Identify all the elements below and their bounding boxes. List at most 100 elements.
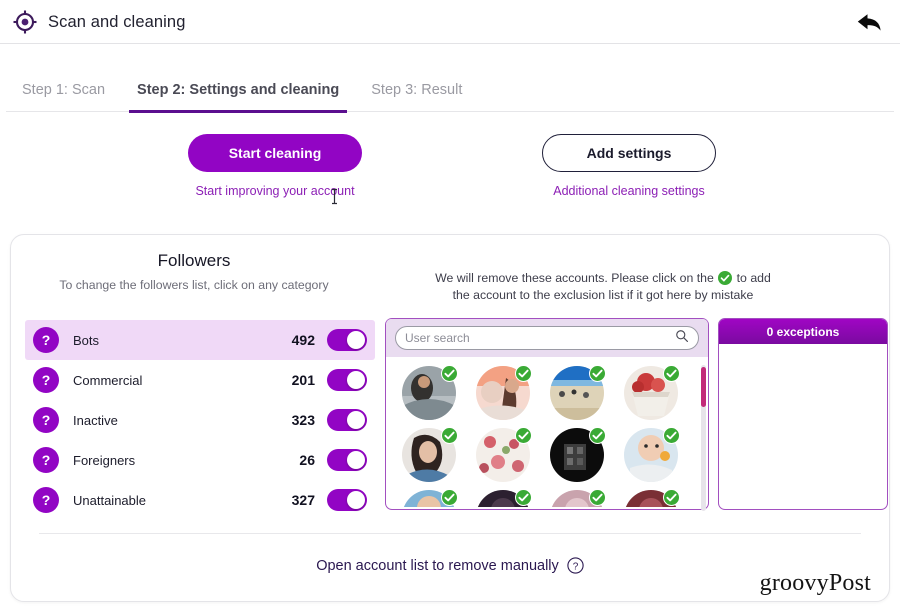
category-row-inactive[interactable]: ? Inactive 323 — [25, 400, 375, 440]
category-count: 201 — [291, 372, 315, 388]
account-avatar[interactable] — [624, 489, 680, 507]
question-mark-icon[interactable]: ? — [33, 327, 59, 353]
green-check-icon[interactable] — [441, 427, 458, 444]
category-toggle[interactable] — [327, 409, 367, 431]
footer-divider — [39, 533, 861, 534]
green-check-icon[interactable] — [515, 489, 532, 506]
account-avatar[interactable] — [402, 365, 458, 420]
card-headers: Followers To change the followers list, … — [11, 235, 889, 304]
category-count: 492 — [291, 332, 315, 348]
category-toggle[interactable] — [327, 329, 367, 351]
step-tabs: Step 1: Scan Step 2: Settings and cleani… — [0, 44, 900, 113]
category-toggle[interactable] — [327, 489, 367, 511]
account-avatar[interactable] — [624, 427, 680, 482]
green-check-icon[interactable] — [589, 489, 606, 506]
green-check-icon[interactable] — [515, 365, 532, 382]
avatar-scrollbar-thumb[interactable] — [701, 367, 706, 407]
removal-note: We will remove these accounts. Please cl… — [377, 251, 889, 304]
avatar-scroll-area[interactable] — [386, 357, 708, 507]
search-icon[interactable] — [675, 329, 689, 348]
account-avatar[interactable] — [476, 489, 532, 507]
category-label: Foreigners — [73, 452, 136, 468]
start-cleaning-subtext[interactable]: Start improving your account — [195, 184, 354, 198]
category-count: 323 — [291, 412, 315, 428]
green-check-icon[interactable] — [441, 365, 458, 382]
avatar — [624, 428, 678, 486]
category-label: Bots — [73, 332, 100, 348]
category-list: ? Bots 492 ? Commercial 201 ? Inactive 3… — [25, 318, 375, 520]
followers-header: Followers To change the followers list, … — [11, 251, 377, 304]
avatar — [624, 366, 678, 424]
svg-text:?: ? — [573, 561, 579, 572]
category-label: Commercial — [73, 372, 143, 388]
green-check-icon[interactable] — [663, 427, 680, 444]
removal-note-line-1: We will remove these accounts. Please cl… — [377, 270, 829, 287]
category-row-foreigners[interactable]: ? Foreigners 26 — [25, 440, 375, 480]
green-check-icon[interactable] — [441, 489, 458, 506]
followers-title: Followers — [157, 251, 231, 270]
card-columns: ? Bots 492 ? Commercial 201 ? Inactive 3… — [11, 318, 889, 520]
category-toggle[interactable] — [327, 369, 367, 391]
tab-step-2[interactable]: Step 2: Settings and cleaning — [121, 82, 355, 113]
category-label: Inactive — [73, 412, 118, 428]
account-avatar[interactable] — [476, 427, 532, 482]
green-check-icon[interactable] — [589, 427, 606, 444]
question-circle-icon[interactable]: ? — [567, 557, 584, 574]
category-count: 327 — [291, 492, 315, 508]
account-avatar[interactable] — [402, 489, 458, 507]
green-check-icon[interactable] — [663, 489, 680, 506]
avatar — [402, 366, 456, 424]
question-mark-icon[interactable]: ? — [33, 487, 59, 513]
exceptions-header: 0 exceptions — [719, 319, 887, 344]
removal-note-line-1-after: to add — [736, 271, 771, 285]
tab-step-1[interactable]: Step 1: Scan — [6, 82, 121, 112]
category-toggle[interactable] — [327, 449, 367, 471]
account-avatar[interactable] — [550, 365, 606, 420]
avatar-scrollbar[interactable] — [701, 365, 706, 511]
add-settings-subtext[interactable]: Additional cleaning settings — [553, 184, 705, 198]
back-arrow-icon[interactable] — [852, 9, 886, 35]
avatar — [402, 428, 456, 486]
account-list-panel: User search — [385, 318, 709, 511]
add-settings-button[interactable]: Add settings — [542, 134, 716, 172]
groovypost-watermark: groovyPost — [759, 570, 871, 596]
question-mark-icon[interactable]: ? — [33, 447, 59, 473]
avatar — [476, 428, 530, 486]
card-footer: Open account list to remove manually ? g… — [11, 533, 889, 601]
open-account-list-link[interactable]: Open account list to remove manually ? — [11, 557, 889, 574]
title-bar: Scan and cleaning — [0, 0, 900, 44]
green-check-icon — [718, 271, 733, 285]
start-cleaning-button[interactable]: Start cleaning — [188, 134, 362, 172]
open-account-list-label: Open account list to remove manually — [316, 558, 559, 574]
question-mark-icon[interactable]: ? — [33, 367, 59, 393]
search-input[interactable]: User search — [395, 326, 699, 350]
category-row-bots[interactable]: ? Bots 492 — [25, 320, 375, 360]
account-avatar[interactable] — [476, 365, 532, 420]
exceptions-panel: 0 exceptions — [718, 318, 888, 510]
account-avatar[interactable] — [624, 365, 680, 420]
question-mark-icon[interactable]: ? — [33, 407, 59, 433]
avatar-grid — [386, 357, 708, 507]
target-icon — [12, 9, 38, 35]
page-title: Scan and cleaning — [48, 12, 186, 31]
add-settings-block: Add settings Additional cleaning setting… — [542, 134, 716, 198]
action-bar: Start cleaning Start improving your acco… — [0, 112, 900, 216]
search-strip: User search — [386, 319, 708, 357]
avatar — [550, 366, 604, 424]
green-check-icon[interactable] — [589, 365, 606, 382]
account-avatar[interactable] — [402, 427, 458, 482]
category-row-unattainable[interactable]: ? Unattainable 327 — [25, 480, 375, 520]
account-avatar[interactable] — [550, 427, 606, 482]
removal-note-line-1-before: We will remove these accounts. Please cl… — [435, 271, 714, 285]
removal-note-line-2: the account to the exclusion list if it … — [452, 288, 754, 302]
search-placeholder: User search — [405, 331, 470, 345]
avatar — [550, 428, 604, 486]
category-count: 26 — [299, 452, 315, 468]
start-cleaning-block: Start cleaning Start improving your acco… — [188, 134, 362, 198]
green-check-icon[interactable] — [515, 427, 532, 444]
green-check-icon[interactable] — [663, 365, 680, 382]
category-label: Unattainable — [73, 492, 146, 508]
account-avatar[interactable] — [550, 489, 606, 507]
tab-step-3[interactable]: Step 3: Result — [355, 82, 478, 112]
category-row-commercial[interactable]: ? Commercial 201 — [25, 360, 375, 400]
